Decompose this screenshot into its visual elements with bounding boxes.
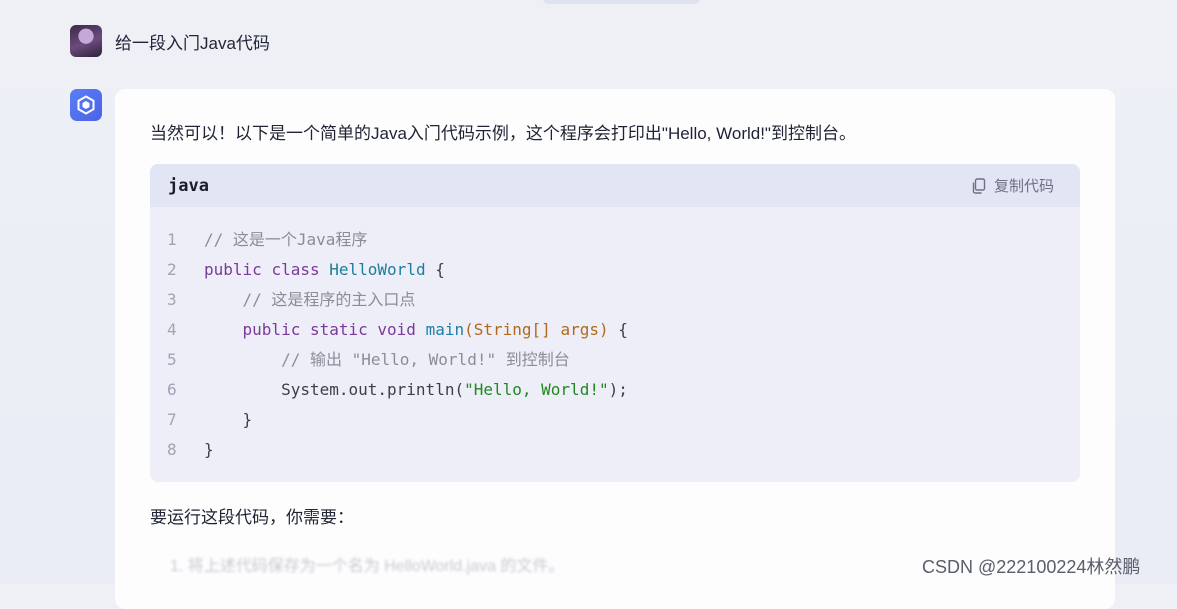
code-line-text: } [204,410,253,429]
line-number: 1 [167,230,177,249]
user-message-text: 给一段入门Java代码 [115,33,270,53]
copy-code-button[interactable]: 复制代码 [971,175,1054,196]
code-line-text: System.out.println("Hello, World!"); [204,380,628,399]
line-number: 8 [167,440,177,459]
assistant-logo-icon [77,95,95,115]
copy-icon [972,177,986,194]
code-body[interactable]: 1 // 这是一个Java程序 2 public class HelloWorld … [150,207,1080,465]
user-message-row: 给一段入门Java代码 [70,24,270,58]
code-line: 3 // 这是程序的主入口点 [150,285,1080,315]
code-line: 8} [150,435,1080,465]
line-number: 6 [167,380,177,399]
line-number: 3 [167,290,177,309]
code-line: 1 // 这是一个Java程序 [150,225,1080,255]
code-line: 6 System.out.println("Hello, World!"); [150,375,1080,405]
code-line-text: // 这是一个Java程序 [204,230,368,249]
assistant-intro-text: 当然可以！以下是一个简单的Java入门代码示例，这个程序会打印出"Hello, … [150,124,856,143]
code-block-header: java 复制代码 [150,164,1080,207]
csdn-watermark: CSDN @222100224林然鹏 [922,557,1141,577]
line-number: 7 [167,410,177,429]
line-number: 4 [167,320,177,339]
code-line: 2 public class HelloWorld { [150,255,1080,285]
code-language-label: java [168,175,209,196]
assistant-message-card: 当然可以！以下是一个简单的Java入门代码示例，这个程序会打印出"Hello, … [115,89,1115,609]
code-block: java 复制代码 1 // 这是一个Java程序 2 public class H… [150,164,1080,482]
line-number: 2 [167,260,177,279]
code-line-text: } [204,440,214,459]
copy-code-label: 复制代码 [993,178,1054,195]
code-line-text: public class HelloWorld { [204,260,445,279]
user-avatar[interactable] [70,25,102,57]
assistant-followup-text: 要运行这段代码，你需要： [150,508,354,527]
code-line: 4 public static void main(String[] args)… [150,315,1080,345]
faded-next-line: 1. 将上述代码保存为一个名为 HelloWorld.java 的文件。 [170,558,565,575]
code-line: 5 // 输出 "Hello, World!" 到控制台 [150,345,1080,375]
code-line: 7 } [150,405,1080,435]
assistant-avatar [70,89,102,121]
code-line-text: public static void main(String[] args) { [242,320,628,339]
code-line-text: // 输出 "Hello, World!" 到控制台 [204,350,570,369]
scroll-indicator [543,0,700,4]
line-number: 5 [167,350,177,369]
code-line-text: // 这是程序的主入口点 [204,290,416,309]
